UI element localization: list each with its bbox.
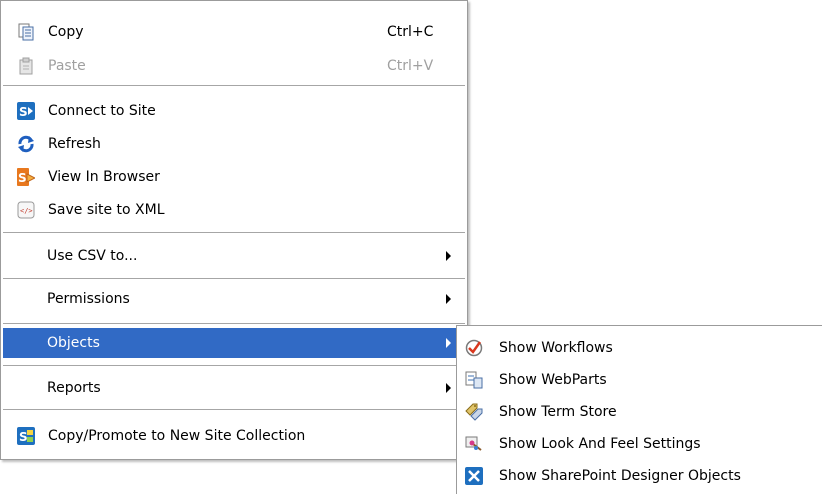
menu-item-label: Copy/Promote to New Site Collection	[48, 428, 306, 444]
shortcut-text: Ctrl+V	[387, 58, 434, 74]
submenu-item-label: Show SharePoint Designer Objects	[499, 468, 741, 484]
menu-separator	[3, 365, 465, 366]
svg-text:S: S	[19, 430, 28, 444]
submenu-item-show-sharepoint-designer[interactable]: Show SharePoint Designer Objects	[459, 461, 822, 491]
menu-item-reports[interactable]: Reports	[3, 373, 465, 403]
submenu-arrow-icon	[446, 294, 451, 304]
menu-item-connect-to-site[interactable]: S Connect to Site	[3, 96, 465, 126]
svg-text:S: S	[18, 171, 27, 185]
objects-submenu: Show Workflows Show WebParts Show Term S…	[456, 325, 822, 494]
menu-item-label: Use CSV to...	[47, 248, 138, 264]
submenu-item-show-term-store[interactable]: Show Term Store	[459, 397, 822, 427]
svg-text:S: S	[19, 105, 28, 119]
submenu-item-show-webparts[interactable]: Show WebParts	[459, 365, 822, 395]
paste-icon	[17, 57, 35, 75]
sharepoint-connect-icon: S	[17, 102, 35, 120]
term-store-icon	[465, 403, 483, 421]
menu-item-label: Save site to XML	[48, 202, 165, 218]
menu-item-paste[interactable]: Paste Ctrl+V	[3, 51, 465, 81]
submenu-item-show-look-and-feel[interactable]: Show Look And Feel Settings	[459, 429, 822, 459]
menu-item-label: Connect to Site	[48, 103, 156, 119]
menu-separator	[3, 85, 465, 86]
menu-item-copy-promote[interactable]: S Copy/Promote to New Site Collection	[3, 421, 465, 451]
submenu-item-label: Show WebParts	[499, 372, 607, 388]
webparts-icon	[465, 371, 483, 389]
menu-item-permissions[interactable]: Permissions	[3, 284, 465, 314]
sharepoint-designer-icon	[465, 467, 483, 485]
menu-item-label: Refresh	[48, 136, 101, 152]
context-menu: Copy Ctrl+C Paste Ctrl+V S Connect to Si…	[0, 0, 468, 460]
menu-separator	[3, 323, 465, 324]
menu-separator	[3, 409, 465, 410]
menu-item-refresh[interactable]: Refresh	[3, 129, 465, 159]
look-and-feel-icon	[465, 435, 483, 453]
xml-icon: </>	[17, 201, 35, 219]
submenu-arrow-icon	[446, 338, 451, 348]
refresh-icon	[17, 135, 35, 153]
submenu-item-label: Show Workflows	[499, 340, 613, 356]
svg-text:</>: </>	[20, 207, 33, 215]
submenu-arrow-icon	[446, 251, 451, 261]
menu-item-label: Paste	[48, 58, 86, 74]
shortcut-text: Ctrl+C	[387, 24, 434, 40]
browser-icon: S	[17, 168, 37, 186]
menu-item-save-site-to-xml[interactable]: </> Save site to XML	[3, 195, 465, 225]
menu-item-label: Reports	[47, 380, 101, 396]
menu-item-label: Permissions	[47, 291, 130, 307]
menu-separator	[3, 232, 465, 233]
menu-item-view-in-browser[interactable]: S View In Browser	[3, 162, 465, 192]
submenu-item-show-workflows[interactable]: Show Workflows	[459, 333, 822, 363]
sharepoint-copy-icon: S	[17, 427, 35, 445]
submenu-item-label: Show Term Store	[499, 404, 617, 420]
menu-item-label: Objects	[47, 335, 100, 351]
menu-item-label: Copy	[48, 24, 84, 40]
submenu-item-label: Show Look And Feel Settings	[499, 436, 701, 452]
menu-item-copy[interactable]: Copy Ctrl+C	[3, 17, 465, 47]
menu-item-label: View In Browser	[48, 169, 160, 185]
workflow-icon	[465, 339, 483, 357]
menu-item-objects[interactable]: Objects	[3, 328, 465, 358]
copy-icon	[17, 23, 35, 41]
menu-item-use-csv[interactable]: Use CSV to...	[3, 241, 465, 271]
menu-separator	[3, 278, 465, 279]
submenu-arrow-icon	[446, 383, 451, 393]
